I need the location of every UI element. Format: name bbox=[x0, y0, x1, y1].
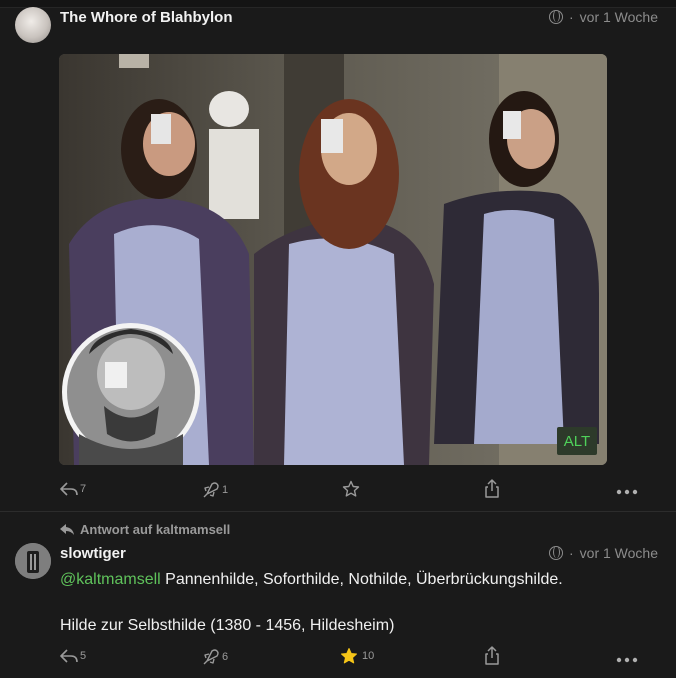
favourite-button[interactable]: 10 bbox=[340, 647, 374, 665]
share-icon bbox=[485, 479, 499, 498]
post-image[interactable]: ALT bbox=[59, 54, 607, 465]
boost-icon bbox=[203, 649, 219, 665]
reply-icon bbox=[60, 482, 78, 496]
boost-icon bbox=[203, 482, 219, 498]
post-time[interactable]: vor 1 Woche bbox=[580, 9, 658, 25]
more-icon bbox=[616, 489, 638, 495]
reply-context-label: Antwort auf kaltmamsell bbox=[80, 522, 231, 537]
share-button[interactable] bbox=[484, 646, 500, 665]
favourite-count: 10 bbox=[362, 650, 375, 662]
mention-link[interactable]: @kaltmamsell bbox=[60, 571, 161, 588]
avatar[interactable] bbox=[15, 7, 51, 43]
globe-icon bbox=[548, 10, 563, 24]
reply-button[interactable]: 5 bbox=[60, 648, 86, 664]
favourite-button[interactable] bbox=[342, 480, 360, 498]
action-bar: 7 1 bbox=[0, 479, 676, 503]
author-name[interactable]: slowtiger bbox=[60, 545, 126, 562]
photo-illustration bbox=[59, 54, 607, 465]
reply-arrow-icon bbox=[60, 523, 74, 535]
boost-button[interactable]: 6 bbox=[202, 648, 228, 666]
author-name[interactable]: The Whore of Blahbylon bbox=[60, 9, 233, 26]
alt-text-badge[interactable]: ALT bbox=[557, 427, 597, 455]
post-time[interactable]: vor 1 Woche bbox=[580, 545, 658, 561]
post-meta: · vor 1 Woche bbox=[548, 9, 658, 25]
post-meta: · vor 1 Woche bbox=[548, 545, 658, 561]
action-bar: 5 6 10 bbox=[0, 646, 676, 670]
reply-count: 7 bbox=[80, 483, 87, 495]
boost-button[interactable]: 1 bbox=[202, 481, 228, 499]
separator-dot: · bbox=[568, 545, 574, 561]
more-button[interactable] bbox=[616, 657, 638, 663]
globe-icon bbox=[548, 546, 563, 560]
post-divider bbox=[0, 511, 676, 512]
reply-icon bbox=[60, 649, 78, 663]
reply-count: 5 bbox=[80, 650, 87, 662]
post-text-content: Pannenhilde, Soforthilde, Nothilde, Über… bbox=[160, 571, 563, 588]
more-button[interactable] bbox=[616, 489, 638, 495]
post-text-line-1: @kaltmamsell Pannenhilde, Soforthilde, N… bbox=[60, 571, 563, 589]
avatar-image bbox=[15, 543, 51, 579]
reply-context[interactable]: Antwort auf kaltmamsell bbox=[60, 522, 230, 537]
more-icon bbox=[616, 657, 638, 663]
star-icon bbox=[341, 648, 357, 664]
post-text-line-2: Hilde zur Selbsthilde (1380 - 1456, Hild… bbox=[60, 617, 395, 634]
star-icon bbox=[342, 480, 360, 497]
avatar[interactable] bbox=[15, 543, 51, 579]
boost-count: 6 bbox=[222, 651, 229, 663]
share-button[interactable] bbox=[484, 479, 500, 498]
reply-button[interactable]: 7 bbox=[60, 481, 86, 497]
separator-dot: · bbox=[568, 9, 574, 25]
top-divider bbox=[0, 0, 676, 8]
boost-count: 1 bbox=[222, 484, 229, 496]
share-icon bbox=[485, 646, 499, 665]
